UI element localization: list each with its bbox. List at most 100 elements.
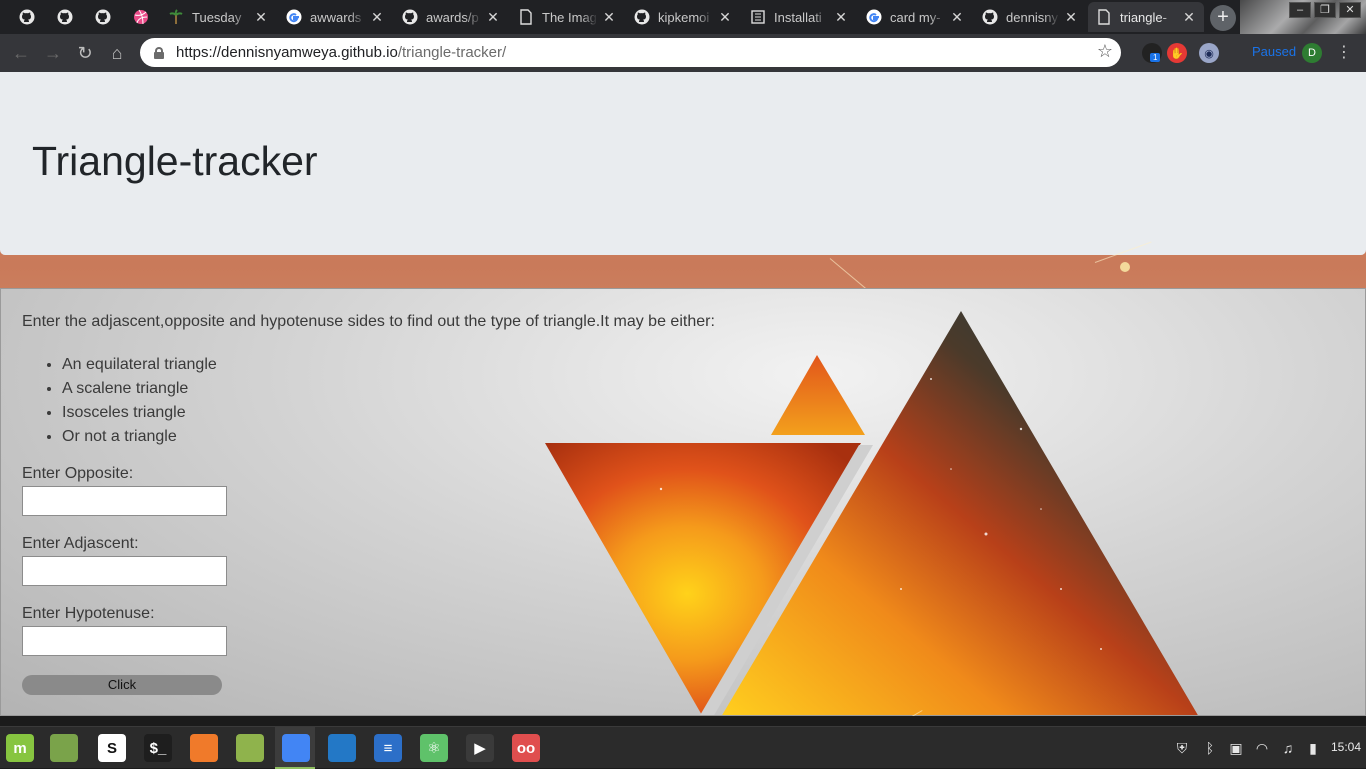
browser-tab[interactable] xyxy=(84,2,122,32)
jumbotron-header: Triangle-tracker xyxy=(0,72,1366,255)
browser-tab[interactable]: dennisny ✕ xyxy=(974,2,1086,32)
github-icon xyxy=(57,9,73,25)
browser-tab[interactable] xyxy=(8,2,46,32)
browser-tab[interactable]: Tuesday ✕ xyxy=(160,2,276,32)
close-tab-icon[interactable]: ✕ xyxy=(602,9,616,26)
close-tab-icon[interactable]: ✕ xyxy=(1182,9,1196,26)
battery-icon[interactable]: ▮ xyxy=(1304,739,1322,757)
github-icon xyxy=(634,9,650,25)
bookmark-star-icon[interactable]: ☆ xyxy=(1097,41,1113,62)
browser-tab[interactable] xyxy=(122,2,160,32)
browser-tab-strip: Tuesday ✕ awwards ✕ awards/p ✕ The Imag ✕ kipkem… xyxy=(0,0,1366,34)
dribbble-icon xyxy=(133,9,149,25)
extension-circle-icon[interactable]: ◉ xyxy=(1199,43,1219,63)
url-path: /triangle-tracker/ xyxy=(397,44,507,61)
close-tab-icon[interactable]: ✕ xyxy=(834,9,848,26)
os-taskbar: m S $_ ≡ ⚛ ▶ oo ⛨ ᛒ ▣ ◠ ♫ ▮ 15:04 xyxy=(0,726,1366,769)
tab-label: triangle- xyxy=(1120,9,1167,25)
tab-label: The Imag xyxy=(542,9,597,25)
tab-label: card my- xyxy=(890,9,941,25)
close-window-button[interactable]: ✕ xyxy=(1339,2,1361,18)
extension-icon[interactable]: 1 xyxy=(1142,43,1162,63)
minimize-button[interactable]: ‒ xyxy=(1289,2,1311,18)
page-icon xyxy=(1096,9,1112,25)
tab-label: dennisny xyxy=(1006,9,1059,25)
home-button[interactable]: ⌂ xyxy=(104,40,130,66)
files-icon[interactable] xyxy=(50,734,78,762)
reload-button[interactable]: ↻ xyxy=(72,40,98,66)
chrome-icon[interactable] xyxy=(282,734,310,762)
close-tab-icon[interactable]: ✕ xyxy=(950,9,964,26)
github-icon xyxy=(402,9,418,25)
submit-button[interactable]: Click xyxy=(22,675,222,695)
folder-icon[interactable] xyxy=(236,734,264,762)
profile-status[interactable]: Paused xyxy=(1252,44,1296,59)
new-tab-button[interactable]: + xyxy=(1210,5,1236,31)
browser-tab[interactable]: awards/p ✕ xyxy=(394,2,508,32)
opposite-input[interactable] xyxy=(22,486,227,516)
address-bar[interactable]: https://dennisnyamweya.github.io/triangl… xyxy=(140,38,1121,67)
extension-badge: 1 xyxy=(1150,53,1161,62)
close-tab-icon[interactable]: ✕ xyxy=(254,9,268,26)
url-host: https://dennisnyamweya.github.io xyxy=(176,44,398,61)
browser-toolbar: ← → ↻ ⌂ https://dennisnyamweya.github.io… xyxy=(0,34,1366,72)
instructions-text: Enter the adjascent,opposite and hypoten… xyxy=(22,313,715,330)
tab-label: kipkemoi xyxy=(658,9,710,25)
small-triangle-shape xyxy=(771,355,865,435)
page-title: Triangle-tracker xyxy=(32,138,318,184)
browser-tab[interactable]: kipkemoi ✕ xyxy=(626,2,740,32)
adblock-extension-icon[interactable]: ✋ xyxy=(1167,43,1187,63)
list-item: An equilateral triangle xyxy=(62,353,217,377)
terminal-icon[interactable]: $_ xyxy=(144,734,172,762)
text-editor-icon[interactable]: ≡ xyxy=(374,734,402,762)
close-tab-icon[interactable]: ✕ xyxy=(370,9,384,26)
glasses-app-icon[interactable]: oo xyxy=(512,734,540,762)
slack-icon[interactable]: S xyxy=(98,734,126,762)
vscode-icon[interactable] xyxy=(328,734,356,762)
github-icon xyxy=(19,9,35,25)
list-item: Isosceles triangle xyxy=(62,401,217,425)
browser-tab[interactable]: awwards ✕ xyxy=(278,2,392,32)
page-icon xyxy=(518,9,534,25)
clock[interactable]: 15:04 xyxy=(1331,740,1361,754)
tab-label: awwards xyxy=(310,9,362,25)
browser-tab[interactable] xyxy=(46,2,84,32)
media-player-icon[interactable]: ▶ xyxy=(466,734,494,762)
close-tab-icon[interactable]: ✕ xyxy=(486,9,500,26)
lock-icon xyxy=(154,46,164,59)
github-icon xyxy=(982,9,998,25)
google-icon xyxy=(286,9,302,25)
docs-icon xyxy=(750,9,766,25)
firefox-icon[interactable] xyxy=(190,734,218,762)
restore-button[interactable]: ❐ xyxy=(1314,2,1336,18)
clipboard-icon[interactable]: ▣ xyxy=(1227,739,1245,757)
profile-avatar[interactable]: D xyxy=(1302,43,1322,63)
google-icon xyxy=(866,9,882,25)
forward-button[interactable]: → xyxy=(40,40,66,66)
content-panel: Enter the adjascent,opposite and hypoten… xyxy=(0,288,1366,716)
tab-label: Tuesday xyxy=(192,9,242,25)
adjacent-label: Enter Adjascent: xyxy=(22,535,139,552)
browser-tab[interactable]: Installati ✕ xyxy=(742,2,856,32)
browser-tab[interactable]: card my- ✕ xyxy=(858,2,972,32)
atom-icon[interactable]: ⚛ xyxy=(420,734,448,762)
hypotenuse-input[interactable] xyxy=(22,626,227,656)
triangle-types-list: An equilateral triangle A scalene triang… xyxy=(62,353,217,449)
list-item: A scalene triangle xyxy=(62,377,217,401)
tab-active[interactable]: triangle- ✕ xyxy=(1088,2,1204,32)
menu-icon[interactable]: m xyxy=(6,734,34,762)
browser-tab[interactable]: The Imag ✕ xyxy=(510,2,624,32)
browser-menu-icon[interactable]: ⋮ xyxy=(1336,42,1352,62)
wifi-icon[interactable]: ◠ xyxy=(1253,739,1271,757)
page-viewport: Triangle-tracker Enter the adjascent,opp… xyxy=(0,72,1366,716)
close-tab-icon[interactable]: ✕ xyxy=(1064,9,1078,26)
tab-label: awards/p xyxy=(426,9,479,25)
shield-icon[interactable]: ⛨ xyxy=(1173,739,1191,757)
github-icon xyxy=(95,9,111,25)
adjacent-input[interactable] xyxy=(22,556,227,586)
close-tab-icon[interactable]: ✕ xyxy=(718,9,732,26)
back-button[interactable]: ← xyxy=(8,40,34,66)
music-icon[interactable]: ♫ xyxy=(1279,739,1297,757)
bluetooth-icon[interactable]: ᛒ xyxy=(1201,739,1219,757)
palm-tree-icon xyxy=(168,9,184,25)
